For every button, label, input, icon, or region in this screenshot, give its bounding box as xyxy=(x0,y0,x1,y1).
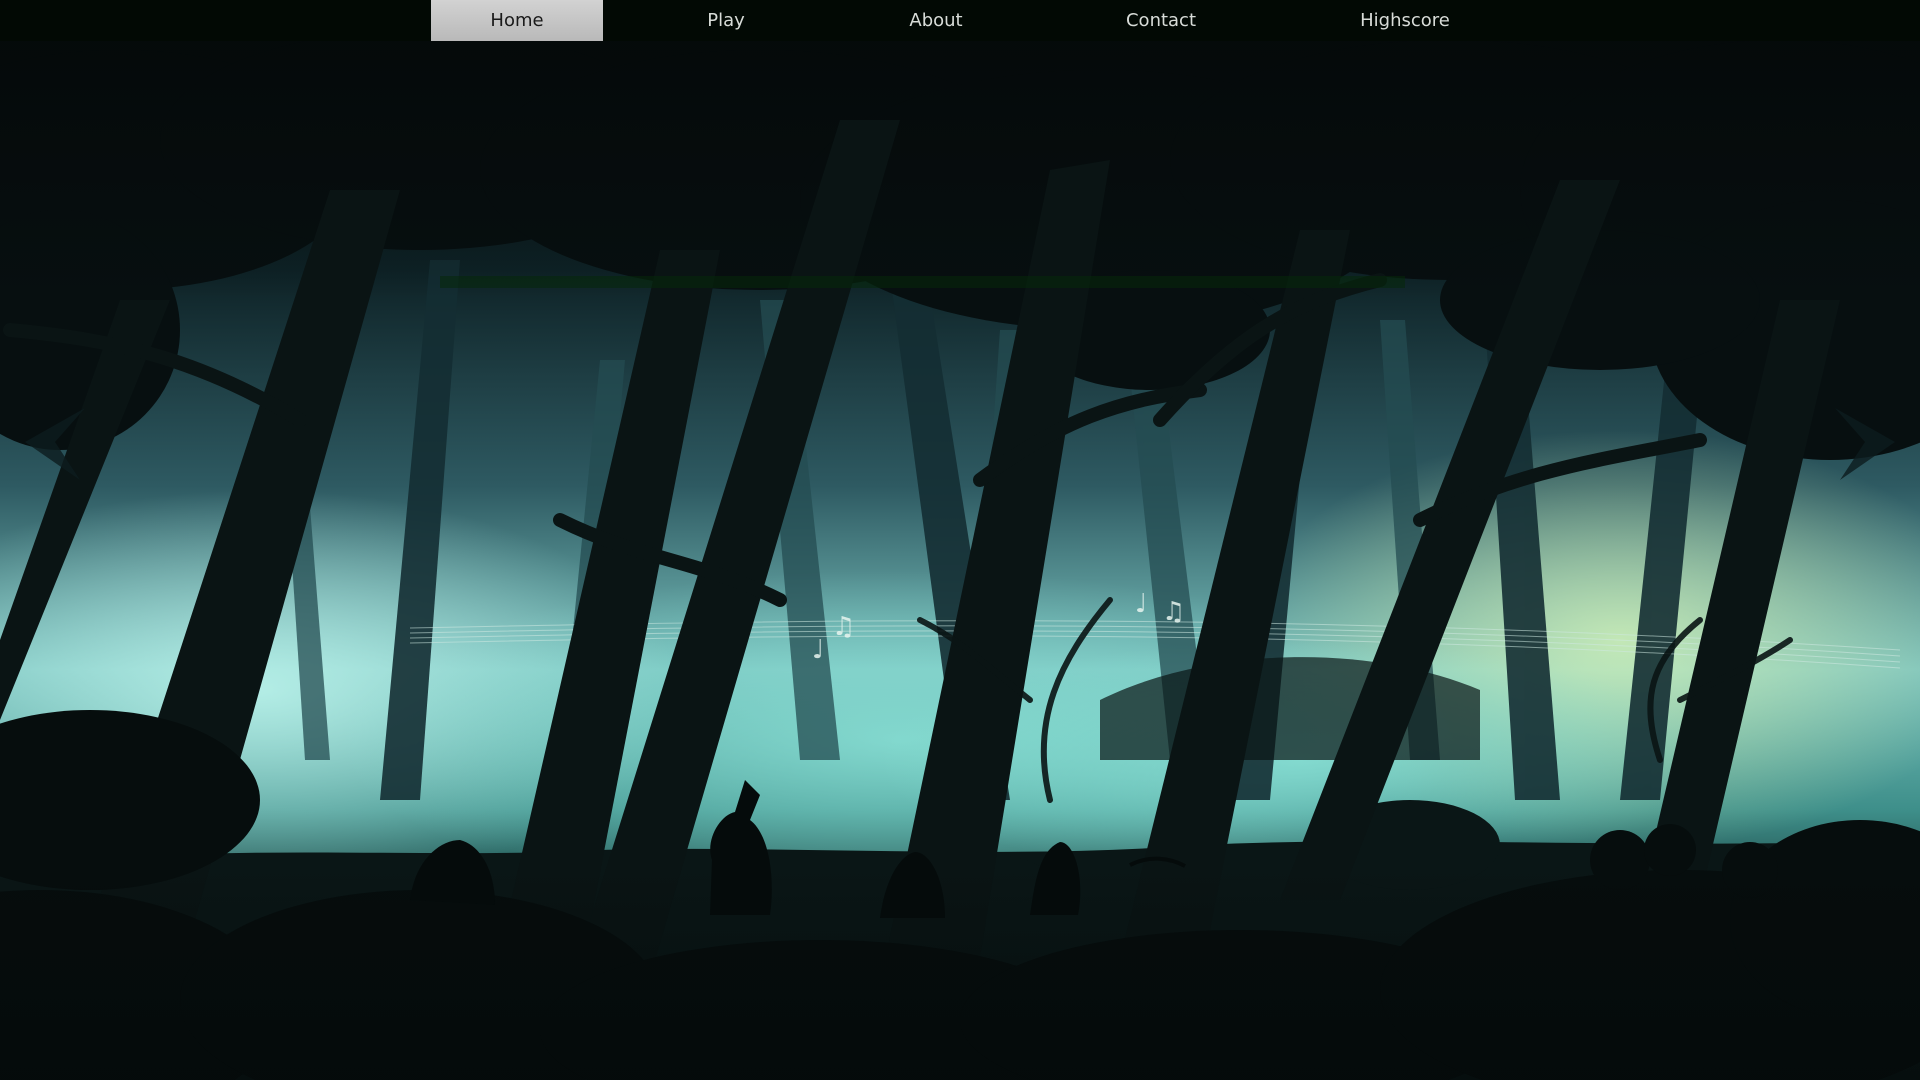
page: ♩ ♫ ♩ ♩ ♫ ♩ ♫ ♩ xyxy=(0,0,1920,1080)
nav-item-about[interactable]: About xyxy=(850,0,1022,41)
nav-item-contact[interactable]: Contact xyxy=(1060,0,1262,41)
slider-prev-button[interactable] xyxy=(10,400,100,490)
chevron-right-icon xyxy=(1835,408,1895,480)
svg-text:♩: ♩ xyxy=(1135,589,1147,619)
slider-next-button[interactable] xyxy=(1820,400,1910,490)
top-nav-bar: Home Play About Contact Highscore xyxy=(0,0,1920,41)
svg-text:♩: ♩ xyxy=(812,635,824,665)
nav-item-play[interactable]: Play xyxy=(640,0,812,41)
nav-item-home[interactable]: Home xyxy=(431,0,603,41)
svg-text:♫: ♫ xyxy=(832,612,855,642)
forest-background-image: ♩ ♫ ♩ ♩ ♫ ♩ ♫ ♩ xyxy=(0,0,1920,1080)
chevron-left-icon xyxy=(25,408,85,480)
content-divider xyxy=(440,276,1405,288)
svg-text:♫: ♫ xyxy=(1162,597,1185,627)
nav-item-highscore[interactable]: Highscore xyxy=(1300,0,1510,41)
